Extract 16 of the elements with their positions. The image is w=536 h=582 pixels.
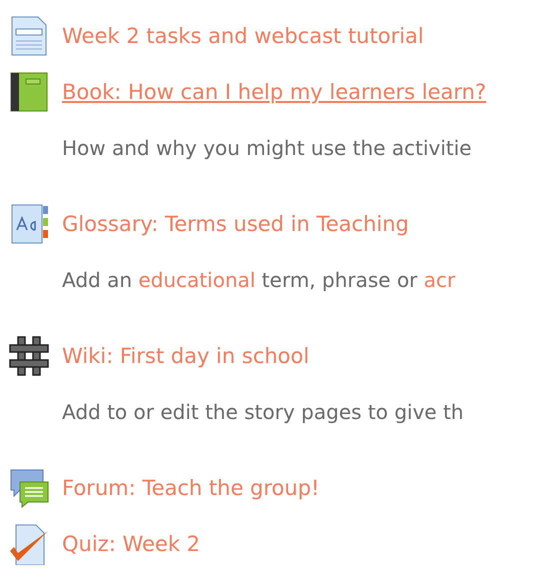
quiz-check-icon: [8, 523, 50, 565]
description-text: term, phrase or: [260, 268, 418, 292]
description-text: How and why you might use the activitie: [62, 136, 472, 160]
activity-link[interactable]: Forum: Teach the group!: [62, 476, 320, 500]
chat-bubbles-icon: [8, 467, 50, 509]
activity-link[interactable]: Wiki: First day in school: [62, 344, 310, 368]
hash-grid-icon: [8, 335, 50, 377]
activity-link[interactable]: Glossary: Terms used in Teaching: [62, 212, 409, 236]
activity-link[interactable]: Quiz: Week 2: [62, 532, 200, 556]
activity-link[interactable]: Book: How can I help my learners learn?: [62, 80, 486, 104]
activity-link[interactable]: Week 2 tasks and webcast tutorial: [62, 24, 424, 48]
description-text: Add to or edit the story pages to give th: [62, 400, 464, 424]
description-text: Add an: [62, 268, 134, 292]
glossary-link[interactable]: educational: [138, 268, 256, 292]
glossary-link[interactable]: acr: [424, 268, 456, 292]
book-icon: [8, 71, 50, 113]
